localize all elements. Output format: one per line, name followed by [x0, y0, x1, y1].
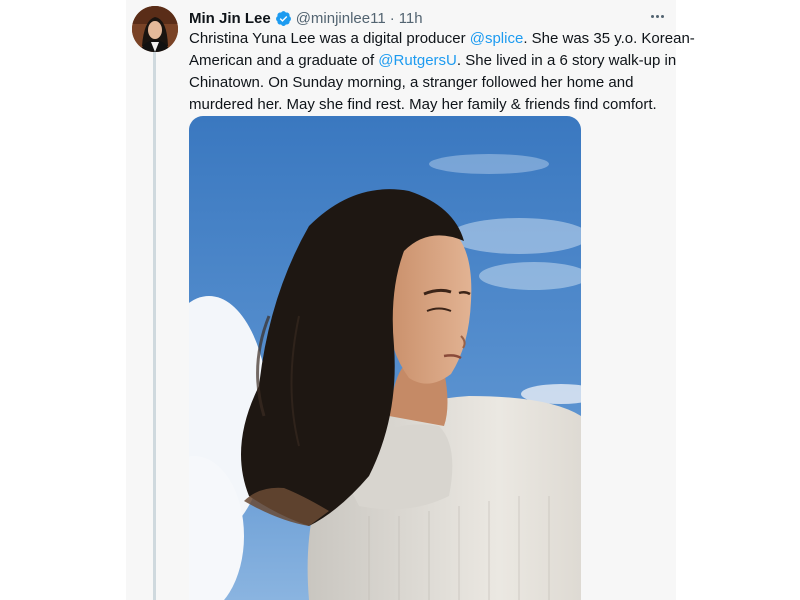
tweet-header: Min Jin Lee @minjinlee11 · 11h: [189, 8, 423, 28]
avatar-image: [132, 6, 178, 52]
tweet-text-line: Chinatown. On Sunday morning, a stranger…: [189, 72, 667, 94]
tweet-text-segment: American and a graduate of: [189, 52, 379, 69]
tweet-text-line: Christina Yuna Lee was a digital produce…: [189, 28, 695, 50]
tweet-text-segment: murdered her. May she find rest. May her…: [189, 96, 657, 113]
page-margin-left: [0, 0, 126, 600]
thread-connector-line: [153, 52, 156, 600]
author-display-name[interactable]: Min Jin Lee: [189, 10, 271, 27]
tweet-text-segment: Christina Yuna Lee was a digital produce…: [189, 30, 470, 47]
tweet-text-segment: Chinatown. On Sunday morning, a stranger…: [189, 74, 634, 91]
author-handle[interactable]: @minjinlee11: [296, 10, 386, 27]
author-avatar[interactable]: [132, 6, 178, 52]
mention-link[interactable]: @RutgersU: [378, 52, 457, 69]
tweet-text: Christina Yuna Lee was a digital produce…: [189, 28, 695, 116]
mention-link[interactable]: @splice: [470, 30, 524, 47]
tweet-text-segment: . She was 35 y.o. Korean-: [523, 30, 695, 47]
tweet-photo[interactable]: [189, 116, 581, 600]
page-margin-right: [676, 0, 800, 600]
more-options-icon[interactable]: [646, 6, 668, 26]
tweet-text-line: American and a graduate of @RutgersU. Sh…: [189, 50, 676, 72]
header-separator: ·: [389, 9, 395, 27]
photo-image: [189, 116, 581, 600]
tweet-timestamp[interactable]: 11h: [399, 10, 423, 27]
tweet-text-segment: . She lived in a 6 story walk-up in: [456, 52, 677, 69]
verified-badge-icon: [275, 10, 292, 27]
tweet-text-line: murdered her. May she find rest. May her…: [189, 94, 667, 116]
